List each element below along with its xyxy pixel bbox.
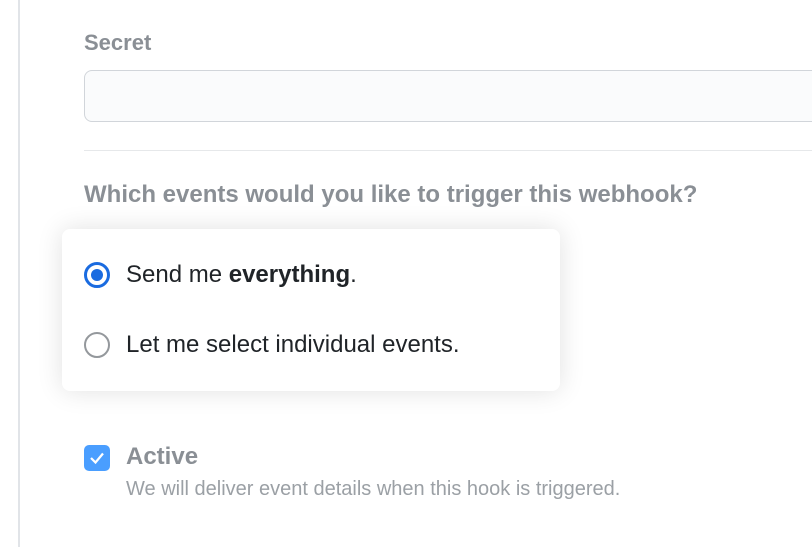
radio-send-everything[interactable]: Send me everything. bbox=[84, 253, 530, 297]
events-heading: Which events would you like to trigger t… bbox=[84, 181, 812, 209]
active-help-text: We will deliver event details when this … bbox=[126, 478, 620, 501]
check-icon bbox=[88, 449, 106, 467]
events-radio-group: Send me everything. Let me select indivi… bbox=[62, 229, 560, 391]
radio-unchecked-icon bbox=[84, 332, 110, 358]
active-checkbox-row[interactable]: Active We will deliver event details whe… bbox=[84, 443, 812, 501]
radio-select-individual[interactable]: Let me select individual events. bbox=[84, 323, 530, 367]
radio-send-everything-label: Send me everything. bbox=[126, 261, 357, 289]
section-divider bbox=[84, 150, 812, 151]
radio-checked-icon bbox=[84, 262, 110, 288]
secret-label: Secret bbox=[84, 30, 812, 56]
radio-select-individual-label: Let me select individual events. bbox=[126, 331, 460, 359]
active-content: Active We will deliver event details whe… bbox=[126, 443, 620, 501]
checkbox-checked-icon bbox=[84, 445, 110, 471]
webhook-settings-form: Secret Which events would you like to tr… bbox=[18, 0, 812, 547]
active-label: Active bbox=[126, 443, 620, 472]
secret-input[interactable] bbox=[84, 70, 812, 122]
